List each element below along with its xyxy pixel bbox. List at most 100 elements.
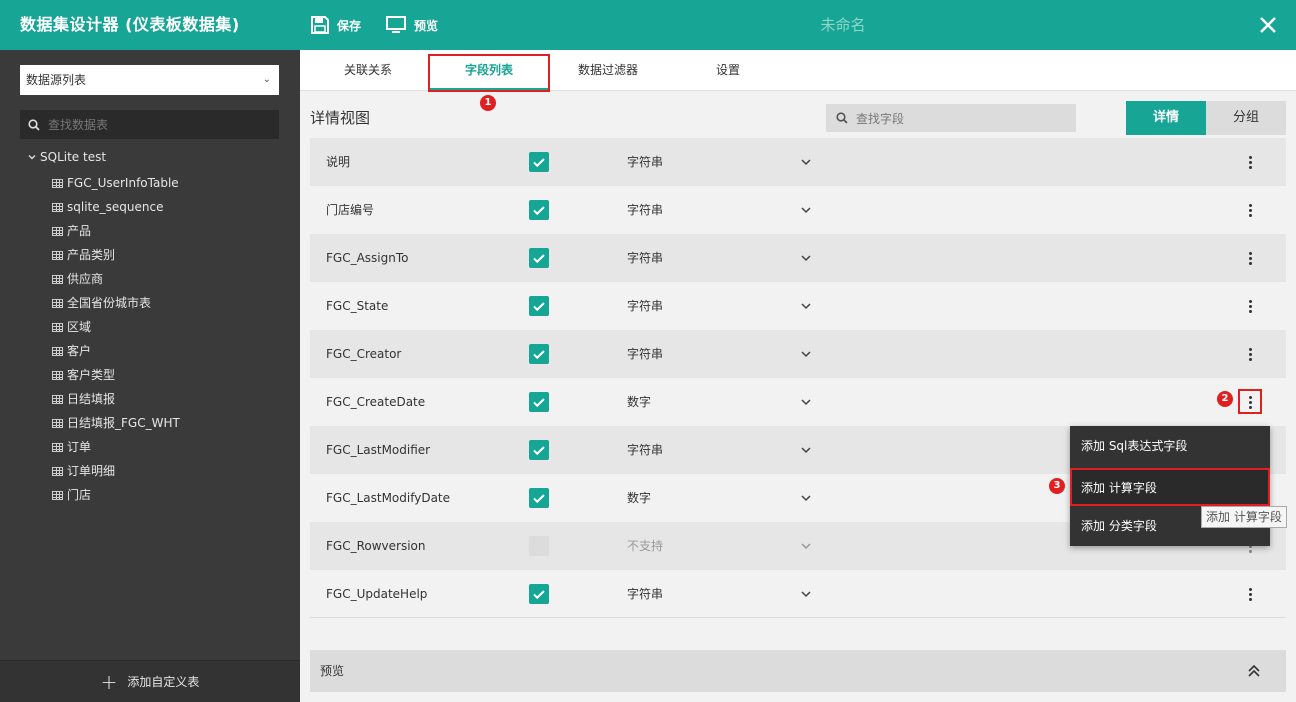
save-button[interactable]: 保存 — [311, 0, 361, 50]
field-type[interactable]: 不支持 — [627, 522, 663, 570]
chevron-down-icon[interactable] — [800, 444, 812, 456]
field-visible-checkbox[interactable] — [529, 440, 549, 460]
more-options-icon[interactable] — [1240, 390, 1260, 414]
tab-relations[interactable]: 关联关系 — [320, 50, 416, 90]
field-type[interactable]: 数字 — [627, 474, 651, 522]
chevron-down-icon[interactable] — [800, 588, 812, 600]
checkmark-icon — [533, 350, 545, 360]
table-item[interactable]: 订单明细 — [52, 459, 180, 483]
add-custom-table-button[interactable]: + 添加自定义表 — [0, 660, 300, 702]
table-icon — [52, 394, 63, 404]
step-badge-1: 1 — [480, 95, 496, 111]
table-item[interactable]: FGC_UserInfoTable — [52, 171, 180, 195]
field-visible-checkbox[interactable] — [529, 296, 549, 316]
table-item[interactable]: 日结填报 — [52, 387, 180, 411]
table-icon — [52, 418, 63, 428]
checkmark-icon — [533, 206, 545, 216]
field-name: FGC_LastModifier — [326, 443, 431, 457]
table-item[interactable]: sqlite_sequence — [52, 195, 180, 219]
chevron-down-icon[interactable] — [800, 300, 812, 312]
chevron-down-icon[interactable] — [800, 252, 812, 264]
table-icon — [52, 346, 63, 356]
chevron-down-icon — [28, 155, 36, 160]
chevron-down-icon[interactable] — [800, 492, 812, 504]
group-mode-button[interactable]: 分组 — [1206, 101, 1286, 135]
field-name: 门店编号 — [326, 203, 375, 217]
chevron-down-icon[interactable] — [800, 540, 812, 552]
table-item[interactable]: 产品类别 — [52, 243, 180, 267]
tree-root-sqlite[interactable]: SQLite test — [28, 147, 106, 167]
checkmark-icon — [533, 302, 545, 312]
table-item[interactable]: 供应商 — [52, 267, 180, 291]
preview-panel-header[interactable]: 预览 — [310, 650, 1286, 692]
checkmark-icon — [533, 590, 545, 600]
table-item[interactable]: 客户类型 — [52, 363, 180, 387]
menu-add-calculated-field[interactable]: 添加 计算字段 — [1070, 468, 1270, 506]
field-type[interactable]: 字符串 — [627, 330, 663, 378]
field-visible-checkbox[interactable] — [529, 200, 549, 220]
field-type[interactable]: 字符串 — [627, 186, 663, 234]
tab-data-filter[interactable]: 数据过滤器 — [558, 50, 658, 90]
table-search-input[interactable]: 查找数据表 — [20, 110, 279, 139]
tab-settings[interactable]: 设置 — [688, 50, 768, 90]
detail-mode-button[interactable]: 详情 — [1126, 101, 1206, 135]
table-item-label: FGC_UserInfoTable — [67, 176, 179, 190]
preview-label: 预览 — [414, 18, 439, 33]
search-icon — [836, 112, 848, 124]
table-icon — [52, 322, 63, 332]
more-options-icon[interactable] — [1240, 582, 1260, 606]
field-visible-checkbox[interactable] — [529, 488, 549, 508]
more-options-icon[interactable] — [1240, 198, 1260, 222]
table-item[interactable]: 日结填报_FGC_WHT — [52, 411, 180, 435]
checkmark-icon — [533, 158, 545, 168]
field-type[interactable]: 字符串 — [627, 138, 663, 186]
menu-add-sql-field[interactable]: 添加 Sql表达式字段 — [1070, 426, 1270, 466]
chevron-down-icon[interactable] — [800, 396, 812, 408]
field-name: FGC_Rowversion — [326, 539, 426, 553]
table-item-label: sqlite_sequence — [67, 200, 164, 214]
field-type[interactable]: 字符串 — [627, 426, 663, 474]
field-search-input[interactable]: 查找字段 — [826, 104, 1076, 132]
table-item-label: 供应商 — [67, 272, 104, 286]
chevron-down-icon[interactable] — [800, 156, 812, 168]
more-options-icon[interactable] — [1240, 294, 1260, 318]
table-item-label: 区域 — [67, 320, 92, 334]
field-type[interactable]: 字符串 — [627, 570, 663, 617]
field-visible-checkbox[interactable] — [529, 536, 549, 556]
table-item[interactable]: 产品 — [52, 219, 180, 243]
tree-root-label: SQLite test — [40, 150, 107, 164]
more-options-icon[interactable] — [1240, 246, 1260, 270]
field-visible-checkbox[interactable] — [529, 248, 549, 268]
save-icon — [311, 16, 329, 34]
table-item[interactable]: 订单 — [52, 435, 180, 459]
add-custom-table-label: 添加自定义表 — [127, 675, 200, 689]
preview-button[interactable]: 预览 — [386, 0, 438, 50]
document-name[interactable]: 未命名 — [600, 0, 1086, 50]
field-name: 说明 — [326, 155, 351, 169]
field-visible-checkbox[interactable] — [529, 152, 549, 172]
datasource-select[interactable]: 数据源列表 ⌄ — [20, 65, 279, 95]
table-item-label: 门店 — [67, 488, 92, 502]
table-item-label: 订单 — [67, 440, 92, 454]
field-visible-checkbox[interactable] — [529, 392, 549, 412]
close-icon[interactable] — [1256, 13, 1280, 37]
table-item[interactable]: 全国省份城市表 — [52, 291, 180, 315]
table-item[interactable]: 门店 — [52, 483, 180, 507]
double-chevron-up-icon[interactable] — [1246, 663, 1262, 679]
field-row: 门店编号 字符串 — [310, 186, 1286, 234]
table-item[interactable]: 区域 — [52, 315, 180, 339]
field-type[interactable]: 数字 — [627, 378, 651, 426]
table-item[interactable]: 客户 — [52, 339, 180, 363]
view-title: 详情视图 — [310, 109, 371, 127]
field-type[interactable]: 字符串 — [627, 234, 663, 282]
field-type[interactable]: 字符串 — [627, 282, 663, 330]
field-visible-checkbox[interactable] — [529, 344, 549, 364]
more-options-icon[interactable] — [1240, 150, 1260, 174]
chevron-down-icon[interactable] — [800, 204, 812, 216]
tab-field-list[interactable]: 字段列表 — [430, 50, 548, 90]
chevron-down-icon[interactable] — [800, 348, 812, 360]
field-visible-checkbox[interactable] — [529, 584, 549, 604]
tab-bar: 关联关系 字段列表 数据过滤器 设置 — [300, 50, 1296, 91]
table-search-placeholder: 查找数据表 — [48, 118, 109, 132]
more-options-icon[interactable] — [1240, 342, 1260, 366]
